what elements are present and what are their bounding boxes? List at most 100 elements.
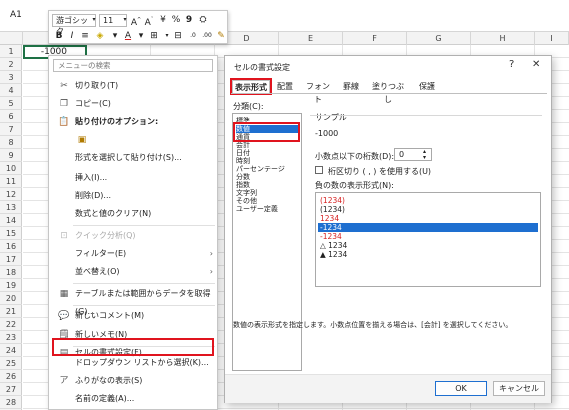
row-header[interactable]: 18	[0, 266, 22, 279]
row-header[interactable]: 10	[0, 162, 22, 175]
menu-item-insert[interactable]: 挿入(I)...	[49, 169, 219, 187]
row-header[interactable]: 9	[0, 149, 22, 162]
decimal-places-stepper[interactable]: 0	[394, 148, 432, 161]
negative-format-item[interactable]: (1234)	[318, 196, 538, 205]
menu-item-filter[interactable]: フィルター(E) ›	[49, 245, 219, 263]
tab-border[interactable]: 罫線	[340, 80, 362, 93]
thousands-separator-checkbox[interactable]	[315, 166, 323, 174]
stepper-down-icon[interactable]: ▾	[423, 154, 426, 161]
row-header[interactable]: 24	[0, 344, 22, 357]
italic-icon[interactable]: I	[66, 30, 78, 42]
tab-font[interactable]: フォント	[303, 80, 333, 104]
paste-icon-row[interactable]: ▣	[49, 131, 219, 149]
row-header[interactable]: 20	[0, 292, 22, 305]
borders-icon[interactable]: ⊞	[148, 30, 160, 42]
align-center-icon[interactable]: ≡	[79, 30, 91, 42]
menu-item-get-data[interactable]: ▦ テーブルまたは範囲からデータを取得(G)...	[49, 285, 219, 316]
column-header[interactable]: H	[471, 32, 535, 45]
currency-format-icon[interactable]: ¥	[157, 14, 169, 26]
row-header[interactable]: 1	[0, 45, 22, 58]
cancel-button[interactable]: キャンセル	[493, 381, 545, 396]
category-item[interactable]: 文字列	[236, 189, 300, 197]
category-item[interactable]: 時刻	[236, 157, 300, 165]
row-header[interactable]: 14	[0, 214, 22, 227]
menu-item-sort[interactable]: 並べ替え(O) ›	[49, 263, 219, 281]
eraser-icon[interactable]: ✎	[215, 30, 227, 42]
tab-fill[interactable]: 塗りつぶし	[368, 80, 408, 104]
close-button[interactable]: ✕	[532, 59, 540, 70]
category-item[interactable]: 分数	[236, 173, 300, 181]
negative-format-item[interactable]: -1234	[318, 232, 538, 241]
negative-format-item[interactable]: ▲ 1234	[318, 250, 538, 259]
column-header[interactable]: F	[343, 32, 407, 45]
row-header[interactable]: 15	[0, 227, 22, 240]
row-header[interactable]: 13	[0, 201, 22, 214]
row-header[interactable]: 26	[0, 370, 22, 383]
negative-format-item-selected[interactable]: -1234	[318, 223, 538, 232]
select-all-corner[interactable]	[0, 32, 23, 45]
font-grow-icon[interactable]: A^	[130, 14, 142, 29]
tab-protection[interactable]: 保護	[416, 80, 438, 93]
category-item[interactable]: その他	[236, 197, 300, 205]
row-header[interactable]: 28	[0, 396, 22, 409]
decrease-decimal-icon[interactable]: .00	[201, 30, 213, 42]
row-header[interactable]: 8	[0, 136, 22, 149]
row-header[interactable]: 22	[0, 318, 22, 331]
font-color-icon[interactable]: A	[122, 30, 134, 42]
menu-item-cut[interactable]: ✂ 切り取り(T)	[49, 77, 219, 95]
row-header[interactable]: 2	[0, 58, 22, 71]
category-item[interactable]: 会計	[236, 141, 300, 149]
row-header[interactable]: 16	[0, 240, 22, 253]
font-shrink-icon[interactable]: Aˇ	[143, 14, 155, 29]
row-header[interactable]: 3	[0, 71, 22, 84]
negative-format-item[interactable]: (1234)	[318, 205, 538, 214]
row-header[interactable]: 12	[0, 188, 22, 201]
row-header[interactable]: 21	[0, 305, 22, 318]
category-item[interactable]: 日付	[236, 149, 300, 157]
column-header[interactable]: E	[279, 32, 343, 45]
bold-icon[interactable]: B	[53, 30, 65, 42]
ok-button[interactable]: OK	[435, 381, 487, 396]
menu-item-delete[interactable]: 削除(D)...	[49, 187, 219, 205]
row-header[interactable]: 7	[0, 123, 22, 136]
menu-search-input[interactable]: メニューの検索	[53, 59, 213, 72]
tab-alignment[interactable]: 配置	[274, 80, 296, 93]
row-header[interactable]: 19	[0, 279, 22, 292]
comma-style-icon[interactable]: 9	[183, 14, 195, 26]
category-item[interactable]: 指数	[236, 181, 300, 189]
menu-item-clear[interactable]: 数式と値のクリア(N)	[49, 205, 219, 223]
menu-item-label: クイック分析(Q)	[75, 231, 136, 240]
percent-style-icon[interactable]: %	[170, 14, 182, 26]
row-header[interactable]: 25	[0, 357, 22, 370]
name-box[interactable]: A1	[10, 10, 22, 20]
negative-format-list[interactable]: (1234) (1234) 1234 -1234 -1234 △ 1234 ▲ …	[315, 192, 541, 287]
merge-icon[interactable]: ⊟	[172, 30, 184, 42]
negative-format-item[interactable]: 1234	[318, 214, 538, 223]
row-header[interactable]: 27	[0, 383, 22, 396]
row-header[interactable]: 6	[0, 110, 22, 123]
help-button[interactable]: ?	[509, 59, 514, 70]
menu-item-label: コピー(C)	[75, 99, 111, 108]
menu-item-new-comment[interactable]: 💬 新しいコメント(M)	[49, 307, 219, 325]
menu-separator	[73, 283, 215, 284]
menu-item-furigana[interactable]: ア ふりがなの表示(S)	[49, 372, 219, 390]
menu-item-copy[interactable]: ❐ コピー(C)	[49, 95, 219, 113]
column-header[interactable]: I	[535, 32, 569, 45]
fill-color-icon[interactable]: ◈	[94, 30, 106, 42]
menu-item-paste-special[interactable]: 形式を選択して貼り付け(S)...	[49, 149, 219, 167]
column-header[interactable]: G	[407, 32, 471, 45]
row-header[interactable]: 17	[0, 253, 22, 266]
menu-item-dropdown-list[interactable]: ドロップダウン リストから選択(K)...	[49, 354, 219, 372]
row-header[interactable]: 5	[0, 97, 22, 110]
category-item[interactable]: ユーザー定義	[236, 205, 300, 213]
increase-decimal-icon[interactable]: .0	[187, 30, 199, 42]
row-header[interactable]: 11	[0, 175, 22, 188]
format-painter-icon[interactable]: ⛭	[197, 14, 209, 26]
menu-item-define-name[interactable]: 名前の定義(A)...	[49, 390, 219, 408]
paste-icon[interactable]: ▣	[76, 131, 88, 149]
negative-format-item[interactable]: △ 1234	[318, 241, 538, 250]
category-item[interactable]: パーセンテージ	[236, 165, 300, 173]
category-list[interactable]: 標準 数値 通貨 会計 日付 時刻 パーセンテージ 分数 指数 文字列 その他 …	[232, 113, 302, 371]
row-header[interactable]: 23	[0, 331, 22, 344]
row-header[interactable]: 4	[0, 84, 22, 97]
